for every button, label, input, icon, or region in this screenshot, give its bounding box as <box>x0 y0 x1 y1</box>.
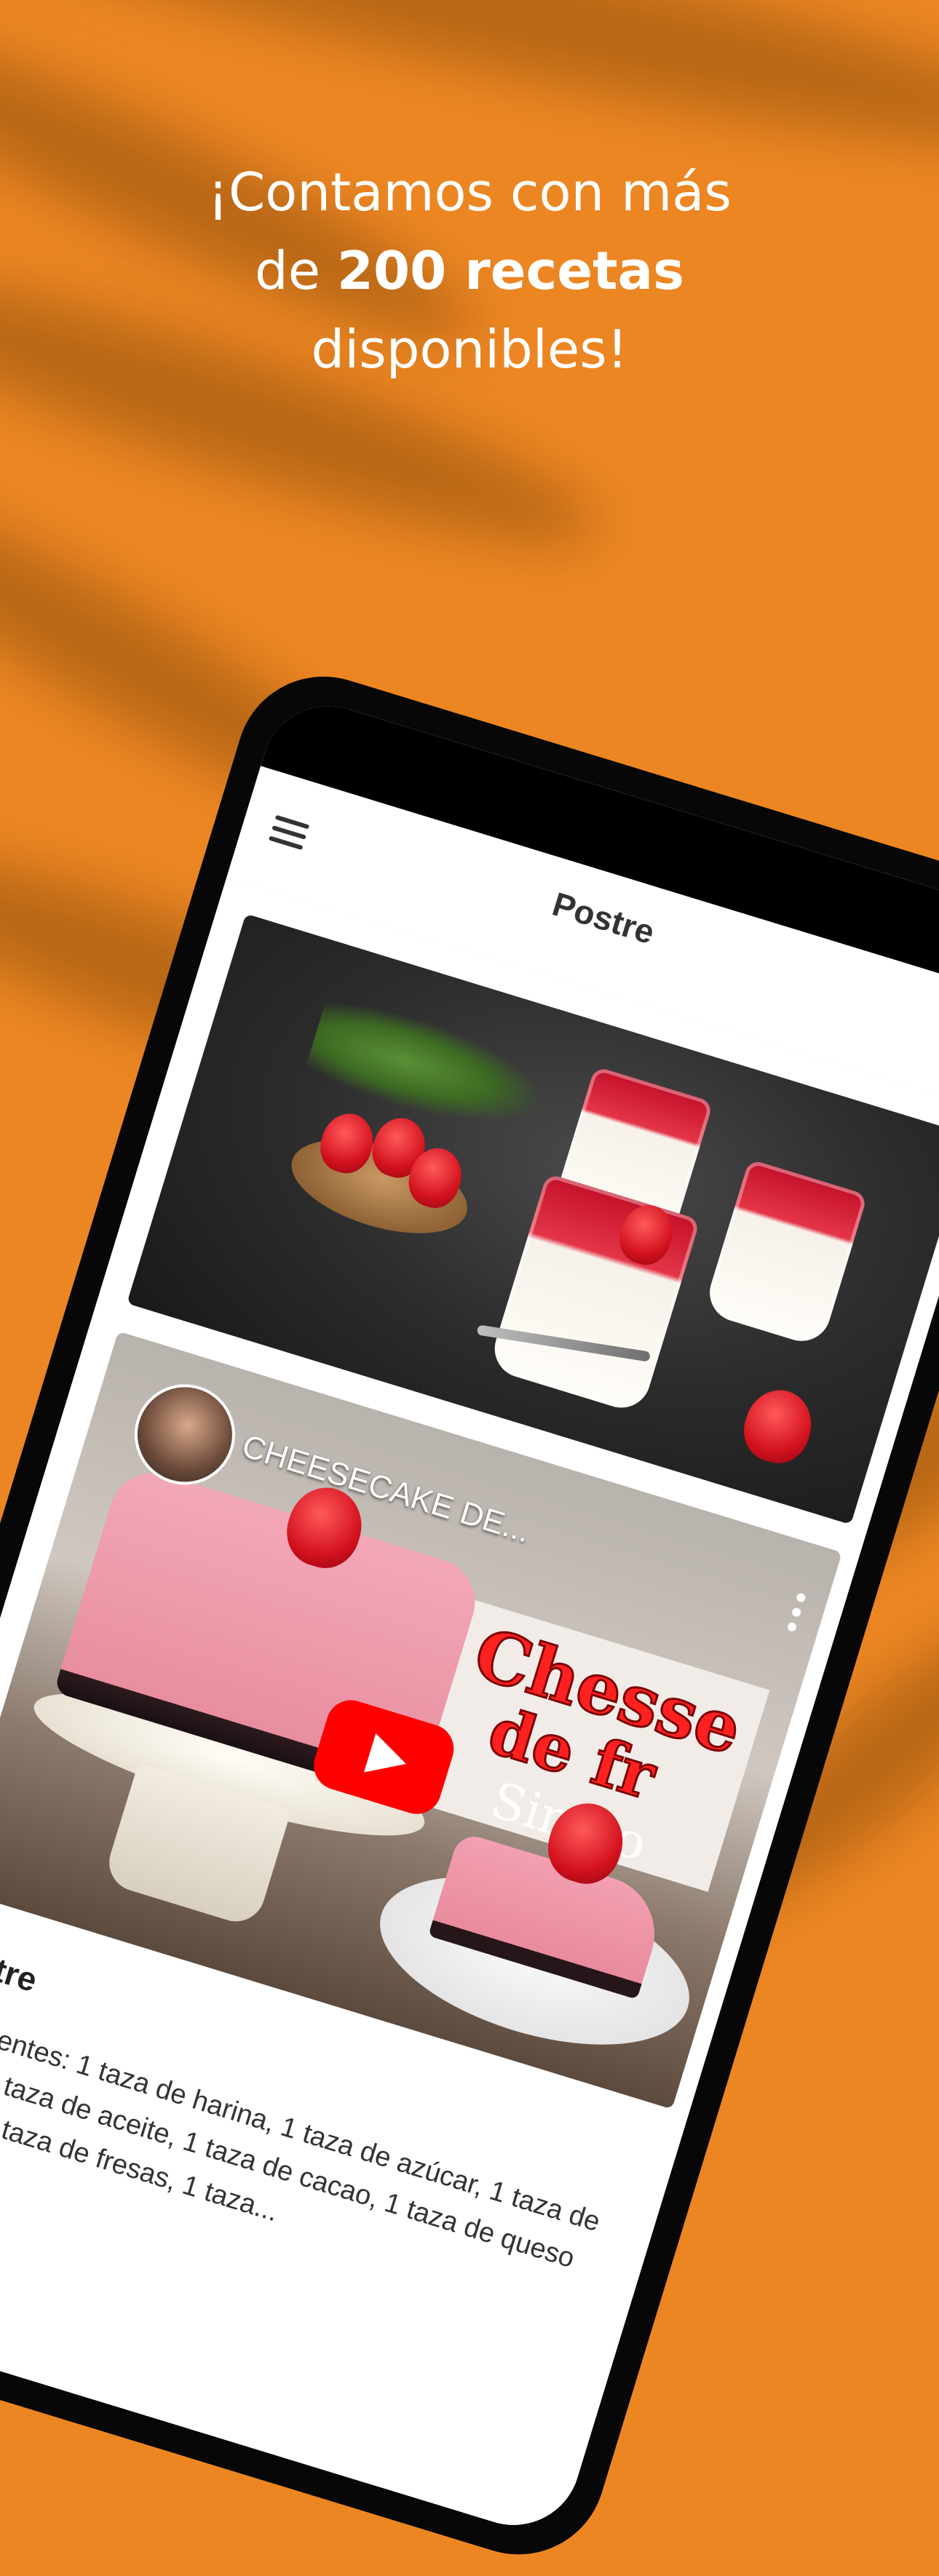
recipe-title: Postre <box>0 1932 42 2000</box>
more-vertical-icon[interactable] <box>785 1592 807 1637</box>
headline-line-2: de 200 recetas <box>0 231 939 310</box>
headline-line-2-prefix: de <box>255 240 337 301</box>
headline-highlight: 200 recetas <box>336 240 684 301</box>
panna-cotta-glass <box>702 1158 868 1348</box>
page-title: Postre <box>548 884 659 952</box>
promo-headline: ¡Contamos con más de 200 recetas disponi… <box>0 153 939 389</box>
hamburger-menu-icon[interactable] <box>268 814 310 853</box>
headline-line-1: ¡Contamos con más <box>207 162 732 223</box>
headline-line-3: disponibles! <box>311 319 628 380</box>
strawberry <box>736 1382 820 1471</box>
recipe-content[interactable]: Chesse de fr Sin ho CHEESECAKE DE... <box>0 877 939 2542</box>
